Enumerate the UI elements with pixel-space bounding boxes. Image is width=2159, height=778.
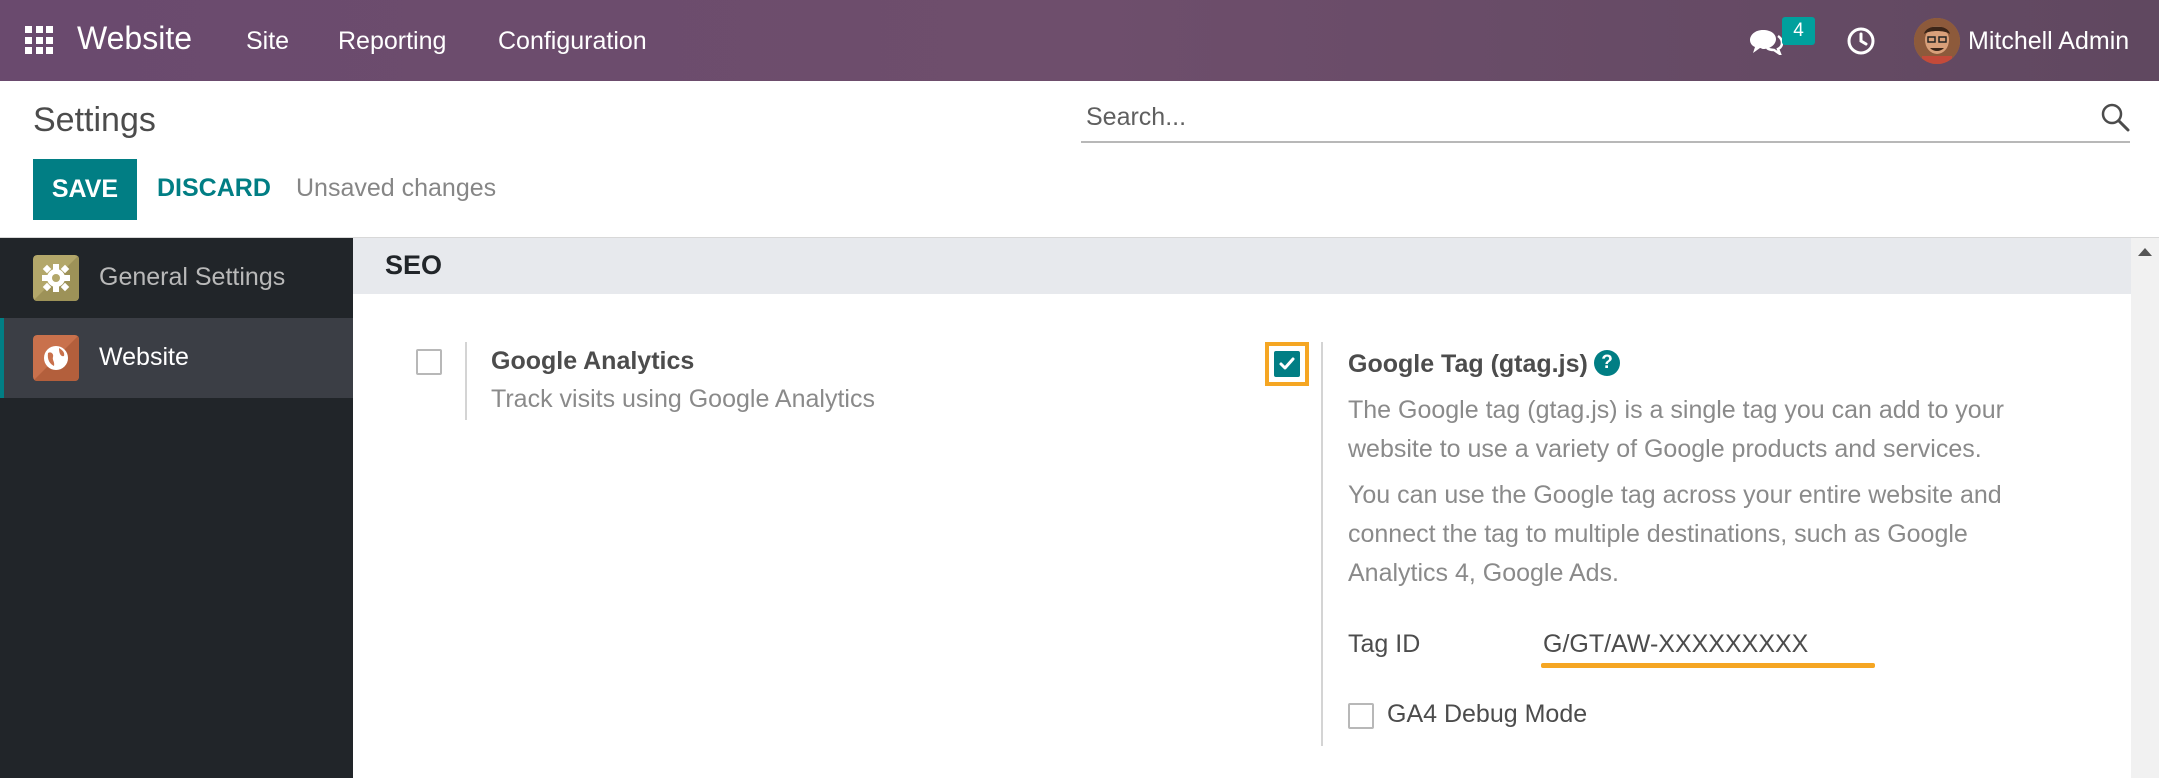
globe-icon (33, 335, 79, 381)
section-header: SEO (353, 238, 2131, 294)
app-title[interactable]: Website (77, 20, 192, 57)
tag-id-input[interactable] (1543, 628, 1883, 660)
scrollbar[interactable] (2131, 238, 2159, 778)
google-tag-title: Google Tag (gtag.js) (1348, 350, 1588, 378)
sidebar-item-website[interactable]: Website (0, 318, 353, 398)
settings-content: SEO Google Analytics Track visits using … (353, 238, 2131, 778)
ga4-debug-label: GA4 Debug Mode (1387, 700, 1588, 728)
sidebar-item-label: General Settings (99, 263, 286, 291)
activity-clock-icon[interactable] (1846, 26, 1876, 56)
chat-icon[interactable] (1749, 27, 1783, 55)
google-tag-description-line: connect the tag to multiple destinations… (1348, 520, 1968, 548)
save-button[interactable]: SAVE (33, 159, 137, 220)
google-analytics-checkbox[interactable] (416, 349, 442, 375)
check-icon (1279, 357, 1295, 370)
search-bar (1081, 93, 2130, 143)
chat-count-badge: 4 (1782, 17, 1815, 45)
control-panel: Settings SAVE DISCARD Unsaved changes (0, 81, 2159, 238)
google-tag-description-line: website to use a variety of Google produ… (1348, 435, 1982, 463)
help-icon[interactable]: ? (1594, 350, 1620, 376)
section-title: SEO (385, 250, 443, 280)
search-input[interactable] (1086, 99, 2066, 135)
google-analytics-title: Google Analytics (491, 347, 695, 375)
divider (465, 342, 467, 420)
google-tag-description-line: The Google tag (gtag.js) is a single tag… (1348, 396, 2004, 424)
settings-sidebar: General Settings Website (0, 238, 353, 778)
discard-button[interactable]: DISCARD (157, 174, 271, 203)
gear-icon (33, 255, 79, 301)
menu-item-reporting[interactable]: Reporting (338, 27, 446, 56)
top-navbar: Website Site Reporting Configuration 4 M… (0, 0, 2159, 81)
apps-menu-icon[interactable] (25, 26, 53, 54)
sidebar-item-general-settings[interactable]: General Settings (0, 238, 353, 318)
google-tag-checkbox[interactable] (1274, 351, 1300, 377)
user-avatar[interactable] (1914, 18, 1960, 64)
page-title: Settings (33, 101, 156, 139)
tag-id-label: Tag ID (1348, 630, 1421, 658)
google-analytics-description: Track visits using Google Analytics (491, 385, 875, 413)
divider (1321, 342, 1323, 746)
menu-item-configuration[interactable]: Configuration (498, 27, 647, 56)
ga4-debug-checkbox[interactable] (1348, 703, 1374, 729)
scroll-up-arrow-icon[interactable] (2138, 248, 2152, 256)
google-tag-description-line: You can use the Google tag across your e… (1348, 481, 2002, 509)
unsaved-changes-status: Unsaved changes (296, 174, 497, 202)
search-icon[interactable] (2100, 102, 2130, 132)
tag-id-highlight-underline (1541, 663, 1875, 668)
google-tag-description-line: Analytics 4, Google Ads. (1348, 559, 1619, 587)
sidebar-item-label: Website (99, 343, 189, 371)
user-name[interactable]: Mitchell Admin (1968, 27, 2129, 56)
menu-item-site[interactable]: Site (246, 27, 289, 56)
